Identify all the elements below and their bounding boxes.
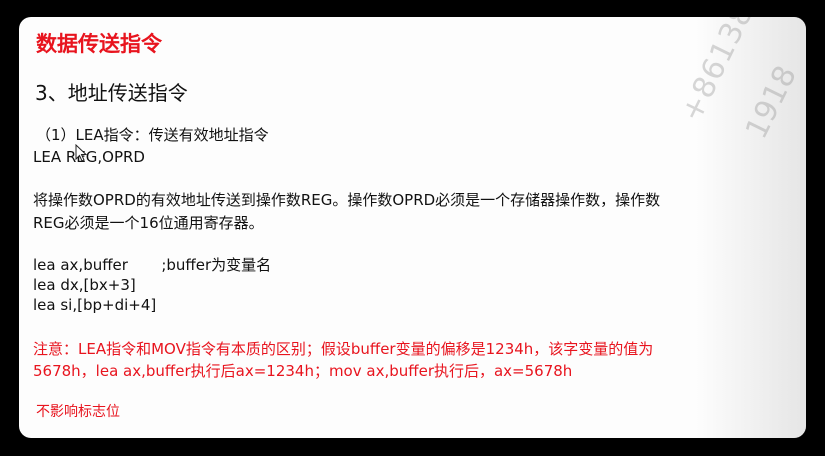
slide: 数据传送指令 3、地址传送指令 （1）LEA指令：传送有效地址指令 LEA RE… [19, 17, 806, 438]
code-line-3: lea si,[bp+di+4] [33, 296, 157, 314]
flags-note: 不影响标志位 [36, 404, 120, 420]
slide-title: 数据传送指令 [36, 32, 162, 56]
section-heading: 3、地址传送指令 [35, 81, 188, 105]
note-line-2: 5678h，lea ax,buffer执行后ax=1234h；mov ax,bu… [33, 362, 573, 380]
lea-subheading: （1）LEA指令：传送有效地址指令 [36, 126, 269, 144]
code-line-1: lea ax,buffer ;buffer为变量名 [33, 256, 272, 274]
mouse-cursor-icon [75, 144, 88, 162]
description-line-1: 将操作数OPRD的有效地址传送到操作数REG。操作数OPRD必须是一个存储器操作… [33, 191, 661, 209]
description-line-2: REG必须是一个16位通用寄存器。 [33, 214, 264, 232]
note-line-1: 注意：LEA指令和MOV指令有本质的区别；假设buffer变量的偏移是1234h… [33, 340, 654, 358]
code-line-2: lea dx,[bx+3] [33, 276, 136, 294]
